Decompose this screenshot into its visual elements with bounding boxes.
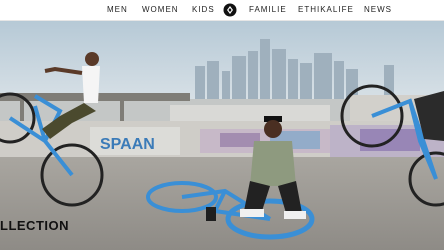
hero-image[interactable]: SPAAN — [0, 21, 444, 250]
graffiti-text: SPAAN — [100, 136, 155, 153]
nav-item-women[interactable]: WOMEN — [142, 5, 179, 15]
top-navigation: MEN WOMEN KIDS FAMILIE ETHIKALIFE NEWS — [0, 0, 444, 21]
nav-item-kids[interactable]: KIDS — [192, 5, 215, 15]
nav-item-men[interactable]: MEN — [107, 5, 128, 15]
nav-item-familie[interactable]: FAMILIE — [249, 5, 287, 15]
nav-item-news[interactable]: NEWS — [364, 5, 392, 15]
collection-title: LLECTION — [0, 218, 69, 233]
brand-logo-icon[interactable] — [223, 3, 237, 17]
nav-item-ethikalife[interactable]: ETHIKALIFE — [298, 5, 354, 15]
